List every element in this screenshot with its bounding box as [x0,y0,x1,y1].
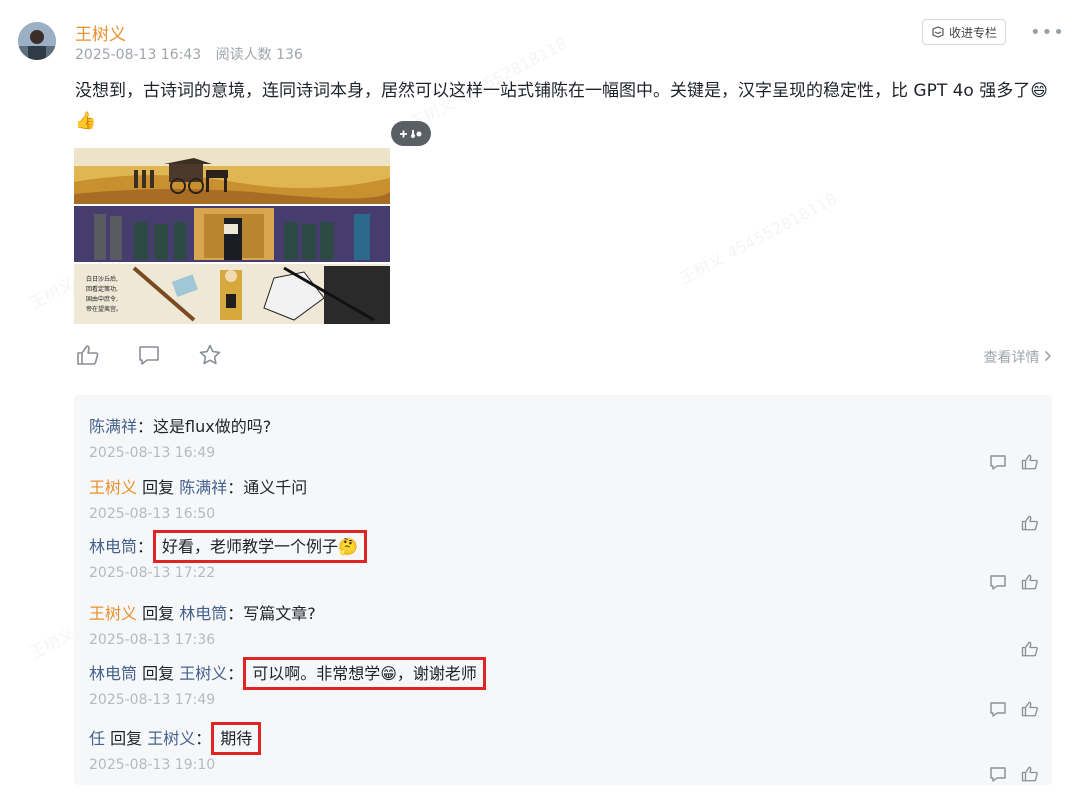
reply-icon[interactable] [989,700,1007,718]
reply-to-name[interactable]: 林电筒 [179,604,227,623]
reply-label: 回复 [110,729,143,748]
chevron-right-icon [1044,350,1052,362]
comment-time: 2025-08-13 16:49 [89,445,216,461]
view-details-link[interactable]: 查看详情 [984,347,1052,367]
image-poem-line: 帝在望夷宫。 [86,305,122,313]
comment-time: 2025-08-13 17:22 [89,565,216,581]
star-icon[interactable] [198,343,222,371]
colon: ： [227,604,244,623]
commenter-name[interactable]: 任 [89,729,105,748]
post-body: 没想到，古诗词的意境，连同诗词本身，居然可以这样一站式铺陈在一幅图中。关键是，汉… [75,81,1048,131]
comment-time: 2025-08-13 17:36 [89,632,216,648]
avatar[interactable] [18,22,56,60]
reply-to-name[interactable]: 陈满祥 [179,478,227,497]
reply-label: 回复 [142,664,175,683]
like-icon[interactable] [76,343,100,371]
like-icon[interactable] [1021,765,1039,783]
collect-label: 收进专栏 [948,25,997,40]
like-icon[interactable] [1021,514,1039,532]
comments-section: 陈满祥：这是flux做的吗? 2025-08-13 16:49 王树义 回复 陈… [74,395,1052,785]
reply-label: 回复 [142,604,175,623]
comment-item: 陈满祥：这是flux做的吗? 2025-08-13 16:49 [89,413,1039,470]
comment-item: 林电筒 回复 王树义： 可以啊。非常想学😁，谢谢老师 2025-08-13 17:… [89,657,1039,717]
reply-icon[interactable] [989,453,1007,471]
commenter-name[interactable]: 林电筒 [89,537,137,556]
like-icon[interactable] [1021,573,1039,591]
comment-time: 2025-08-13 16:50 [89,506,216,522]
colon: ： [227,664,244,683]
comment-item: 王树义 回复 陈满祥：通义千问 2025-08-13 16:50 [89,474,1039,531]
collect-to-column-button[interactable]: 收进专栏 [922,19,1006,45]
reply-icon[interactable] [989,765,1007,783]
post-meta: 2025-08-13 16:43 阅读人数 136 [75,44,303,64]
comment-item: 任 回复 王树义： 期待 2025-08-13 19:10 [89,722,1039,782]
reply-to-name[interactable]: 王树义 [179,664,227,683]
collect-icon [932,26,944,38]
comment-time: 2025-08-13 19:10 [89,757,216,773]
reply-to-name[interactable]: 王树义 [147,729,195,748]
post-image[interactable]: 白日沙丘后, 回看定策功, 国由中庶令, 帝在望夷宫。 [74,148,390,324]
comment-text: 这是flux做的吗? [153,417,272,436]
like-icon[interactable] [1021,453,1039,471]
watermark: 王树义 454552818118 [675,185,841,288]
comment-text: 通义千问 [243,478,308,497]
image-poem-line: 白日沙丘后, [86,275,118,283]
image-poem-line: 国由中庶令, [86,295,118,303]
post-date: 2025-08-13 16:43 [75,47,202,63]
like-icon[interactable] [1021,700,1039,718]
view-details-label: 查看详情 [983,350,1040,366]
comment-icon[interactable] [137,343,161,371]
reply-label: 回复 [142,478,175,497]
colon: ： [227,478,244,497]
author-name[interactable]: 王树义 [75,20,126,45]
commenter-name[interactable]: 王树义 [89,478,137,497]
comment-item: 林电筒： 好看，老师教学一个例子🤔 2025-08-13 17:22 [89,530,1039,590]
more-icon[interactable]: ••• [1030,22,1065,43]
like-icon[interactable] [1021,640,1039,658]
colon: ： [137,417,154,436]
read-count: 阅读人数 136 [215,47,303,63]
reaction-add-button[interactable] [391,121,431,146]
add-reaction-icon [400,129,422,138]
colon: ： [137,537,154,556]
comment-text: 期待 [211,722,262,755]
comment-text: 写篇文章? [243,604,316,623]
image-poem-line: 回看定策功, [86,285,118,293]
commenter-name[interactable]: 陈满祥 [89,417,137,436]
commenter-name[interactable]: 林电筒 [89,664,137,683]
comment-text: 好看，老师教学一个例子🤔 [153,530,367,563]
commenter-name[interactable]: 王树义 [89,604,137,623]
comment-time: 2025-08-13 17:49 [89,692,216,708]
reply-icon[interactable] [989,573,1007,591]
colon: ： [195,729,212,748]
comment-text: 可以啊。非常想学😁，谢谢老师 [243,657,486,690]
comment-item: 王树义 回复 林电筒：写篇文章? 2025-08-13 17:36 [89,600,1039,657]
